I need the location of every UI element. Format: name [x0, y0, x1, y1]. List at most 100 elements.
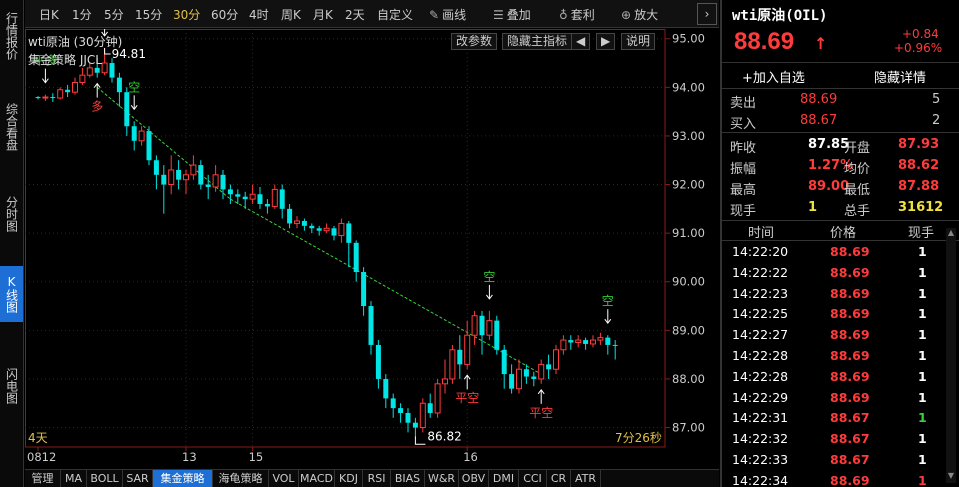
hide-indicator-button[interactable]: 隐藏主指标: [502, 33, 573, 50]
chart-canvas[interactable]: 95.00 94.00 93.00 92.00 91.00 90.00 89.00 88.00…: [25, 29, 719, 469]
indicator-tab[interactable]: 海龟策略: [213, 470, 269, 487]
candle-body: [101, 62, 108, 74]
candle-body: [390, 398, 396, 409]
indicator-tabs: 管理 MA BOLL SAR 集金策略 海龟策略 VOL MACD KDJ RSI BIAS W&R O…: [25, 469, 719, 487]
scroll-right-button[interactable]: ▶: [596, 33, 616, 50]
nav-tab-quotes[interactable]: 行情报价: [0, 2, 23, 70]
period-4h[interactable]: 4时: [249, 6, 269, 23]
period-1min[interactable]: 1分: [72, 6, 92, 23]
bid-price: 88.67: [800, 113, 838, 128]
period-15min[interactable]: 15分: [135, 6, 162, 23]
collapse-panel-button[interactable]: ›: [697, 3, 717, 25]
candle-body: [94, 67, 100, 73]
tick-row: 14:22:22 88.69 1: [722, 263, 944, 283]
edit-params-button[interactable]: 改参数: [451, 33, 498, 50]
stat-label: 总手: [844, 204, 871, 219]
tick-time: 14:22:34: [732, 472, 789, 487]
zoom-in-icon: ⊕: [621, 8, 632, 22]
candle-body: [242, 196, 248, 200]
candle-body: [309, 225, 315, 229]
tick-row: 14:22:28 88.69 1: [722, 367, 944, 387]
candle-body: [486, 320, 493, 336]
tick-time: 14:22:25: [732, 306, 789, 322]
candle-body: [368, 306, 374, 345]
period-60min[interactable]: 60分: [211, 6, 238, 23]
layers-icon: ☰: [493, 8, 504, 22]
arbitrage-button[interactable]: ♁ 套利: [559, 6, 595, 23]
tick-price: 88.67: [830, 410, 870, 426]
period-daily[interactable]: 日K: [39, 6, 59, 23]
nav-tab-flash[interactable]: 闪电图: [0, 360, 23, 412]
indicator-tab[interactable]: KDJ: [335, 470, 363, 487]
y-tick-label: 93.00: [672, 129, 705, 143]
period-5min[interactable]: 5分: [104, 6, 124, 23]
tick-price: 88.69: [830, 368, 870, 384]
ticks-header: 时间 价格 现手: [722, 222, 959, 241]
indicator-tab[interactable]: CR: [547, 470, 571, 487]
hide-details-button[interactable]: 隐藏详情: [874, 67, 926, 86]
indicator-tab[interactable]: 管理: [25, 470, 61, 487]
kline-chart[interactable]: 95.00 94.00 93.00 92.00 91.00 90.00 89.00 88.00…: [25, 29, 719, 464]
candle-body: [575, 339, 582, 343]
candle-body: [183, 174, 189, 181]
period-weekly[interactable]: 周K: [281, 6, 301, 23]
help-button[interactable]: 说明: [621, 33, 656, 50]
candle-body: [72, 81, 78, 93]
zoom-button[interactable]: ⊕ 放大: [621, 6, 658, 23]
candle-body: [605, 337, 611, 345]
y-tick-label: 91.00: [672, 226, 705, 240]
candle-body: [457, 349, 463, 365]
overlay-button[interactable]: ☰ 叠加: [493, 6, 531, 23]
indicator-tab[interactable]: W&R: [425, 470, 459, 487]
stat-value: 1: [808, 200, 818, 215]
y-tick-label: 94.00: [672, 80, 705, 94]
tick-time: 14:22:29: [732, 389, 789, 405]
nav-tab-timeshare[interactable]: 分时图: [0, 188, 23, 240]
nav-tab-kline[interactable]: K线图: [0, 266, 23, 322]
stat-value: 89.00: [808, 179, 850, 194]
countdown-label: 7分26秒: [615, 431, 662, 445]
indicator-tab[interactable]: MACD: [299, 470, 335, 487]
y-tick-label: 88.00: [672, 372, 705, 386]
candle-body: [57, 89, 64, 99]
draw-line-button[interactable]: ✎ 画线: [429, 6, 466, 23]
tick-price: 88.69: [830, 389, 870, 405]
tick-time: 14:22:27: [732, 327, 789, 343]
indicator-tab[interactable]: ATR: [571, 470, 601, 487]
indicator-tab[interactable]: BIAS: [391, 470, 425, 487]
nav-tab-overview[interactable]: 综合看盘: [0, 96, 23, 158]
signal-label: 空: [602, 294, 614, 308]
indicator-tab[interactable]: 集金策略: [153, 470, 213, 487]
y-tick-label: 90.00: [672, 275, 705, 289]
indicator-tab[interactable]: RSI: [363, 470, 391, 487]
candle-body: [464, 334, 471, 365]
period-monthly[interactable]: 月K: [313, 6, 333, 23]
indicator-tab[interactable]: OBV: [459, 470, 489, 487]
period-2day[interactable]: 2天: [345, 6, 365, 23]
candle-body: [168, 169, 175, 186]
scroll-down-icon[interactable]: ▼: [947, 471, 955, 483]
bid-label: 买入: [730, 117, 757, 132]
ticks-header-time: 时间: [748, 226, 775, 241]
period-custom[interactable]: 自定义: [377, 6, 413, 23]
period-30min[interactable]: 30分: [173, 6, 200, 23]
candle-body: [301, 220, 307, 226]
indicator-tab[interactable]: CCI: [519, 470, 547, 487]
indicator-tab[interactable]: BOLL: [87, 470, 123, 487]
candle-body: [538, 363, 545, 380]
tick-price: 88.69: [830, 306, 870, 322]
tick-price: 88.67: [830, 431, 870, 447]
ticks-scrollbar[interactable]: ▲ ▼: [946, 228, 956, 483]
indicator-tab[interactable]: MA: [61, 470, 87, 487]
indicator-tab[interactable]: DMI: [489, 470, 519, 487]
scroll-up-icon[interactable]: ▲: [947, 228, 955, 240]
add-watchlist-button[interactable]: +加入自选: [742, 67, 805, 86]
tick-row: 14:22:34 88.69 1: [722, 471, 944, 487]
indicator-tab[interactable]: VOL: [269, 470, 299, 487]
ticks-list[interactable]: 14:22:20 88.69 1 14:22:22 88.69 1 14:22:23 88.6…: [722, 241, 959, 487]
candle-body: [249, 193, 256, 200]
indicator-tab[interactable]: SAR: [123, 470, 153, 487]
scroll-left-button[interactable]: ◀: [571, 33, 591, 50]
zoom-label: 放大: [634, 8, 659, 22]
candle-body: [190, 164, 197, 176]
